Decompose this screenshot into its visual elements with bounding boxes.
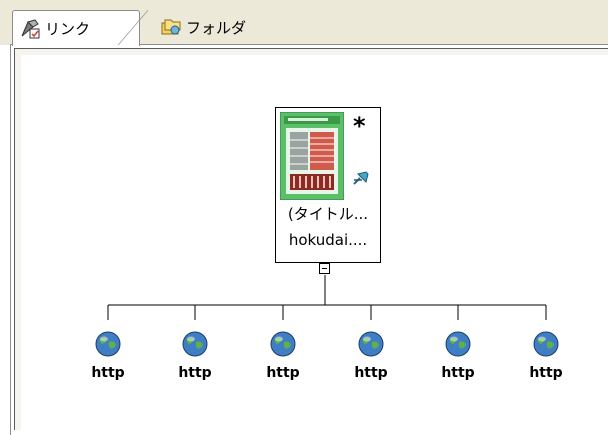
page-thumbnail bbox=[280, 112, 344, 200]
root-page-node[interactable]: * (タイトル... hokudai.... bbox=[275, 107, 381, 263]
root-title: (タイトル... bbox=[287, 205, 369, 223]
child-node[interactable]: http bbox=[253, 330, 313, 381]
child-node[interactable]: http bbox=[78, 330, 138, 381]
globe-icon bbox=[95, 331, 121, 357]
child-label: http bbox=[266, 365, 300, 381]
globe-icon bbox=[270, 331, 296, 357]
root-url: hokudai.... bbox=[288, 231, 368, 249]
child-node[interactable]: http bbox=[341, 330, 401, 381]
globe-icon bbox=[445, 331, 471, 357]
link-icon bbox=[21, 18, 40, 38]
child-label: http bbox=[529, 365, 563, 381]
child-node[interactable]: http bbox=[165, 330, 225, 381]
globe-icon bbox=[533, 331, 559, 357]
collapse-toggle[interactable] bbox=[319, 263, 330, 274]
child-label: http bbox=[178, 365, 212, 381]
child-label: http bbox=[91, 365, 125, 381]
child-node[interactable]: http bbox=[516, 330, 576, 381]
pin-icon[interactable] bbox=[350, 168, 372, 190]
child-label: http bbox=[441, 365, 475, 381]
globe-icon bbox=[358, 331, 384, 357]
child-node[interactable]: http bbox=[428, 330, 488, 381]
globe-icon bbox=[182, 331, 208, 357]
starting-page-marker: * bbox=[353, 112, 366, 140]
tab-links-label: リンク bbox=[45, 20, 91, 38]
child-label: http bbox=[354, 365, 388, 381]
tab-links[interactable]: リンク bbox=[12, 10, 140, 46]
